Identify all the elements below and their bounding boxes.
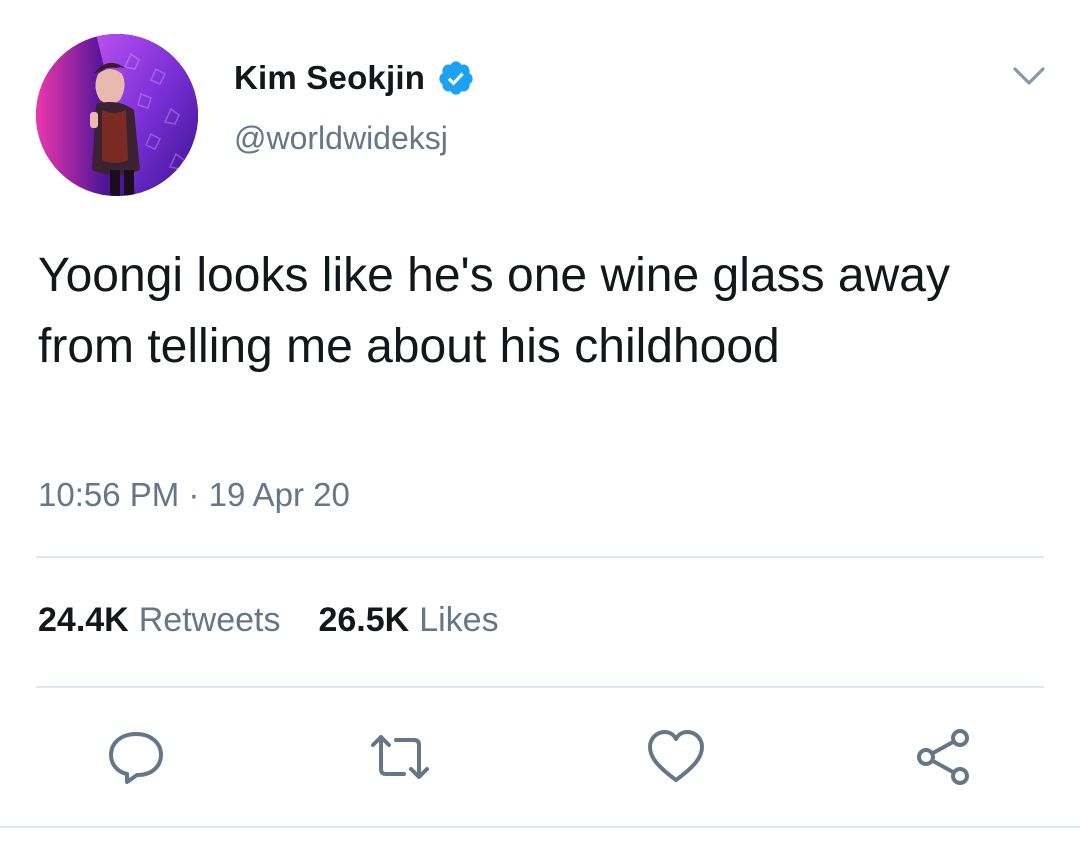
chevron-down-icon[interactable] (1012, 64, 1046, 88)
divider (0, 826, 1080, 828)
likes-count: 26.5K (318, 601, 410, 639)
share-icon (917, 729, 969, 785)
retweets-label: Retweets (138, 601, 281, 639)
name-row: Kim Seokjin (234, 56, 475, 100)
tweet-text: Yoongi looks like he's one wine glass aw… (38, 249, 950, 373)
share-button[interactable] (913, 726, 975, 788)
verified-badge-icon (439, 61, 473, 95)
timestamp-separator: · (188, 476, 200, 513)
avatar[interactable] (36, 34, 198, 196)
divider (36, 556, 1044, 558)
reply-button[interactable] (105, 726, 167, 788)
tweet-time: 10:56 PM (38, 476, 180, 513)
like-button[interactable] (645, 726, 707, 788)
likes-stat[interactable]: 26.5K Likes (318, 601, 498, 640)
likes-label: Likes (419, 601, 499, 639)
retweet-icon (371, 735, 429, 779)
timestamp[interactable]: 10:56 PM · 19 Apr 20 (38, 476, 350, 514)
divider (36, 686, 1044, 688)
retweet-button[interactable] (369, 726, 431, 788)
display-name[interactable]: Kim Seokjin (234, 59, 425, 97)
user-handle[interactable]: @worldwideksj (234, 120, 448, 157)
reply-icon (109, 732, 163, 784)
engagement-stats: 24.4K Retweets 26.5K Likes (38, 601, 499, 640)
avatar-photo (36, 34, 198, 196)
retweets-stat[interactable]: 24.4K Retweets (38, 601, 280, 640)
tweet-date: 19 Apr 20 (208, 476, 350, 513)
heart-icon (648, 730, 704, 782)
tweet-card: Kim Seokjin @worldwideksj Yoongi looks l… (0, 0, 1080, 847)
retweets-count: 24.4K (38, 601, 129, 639)
